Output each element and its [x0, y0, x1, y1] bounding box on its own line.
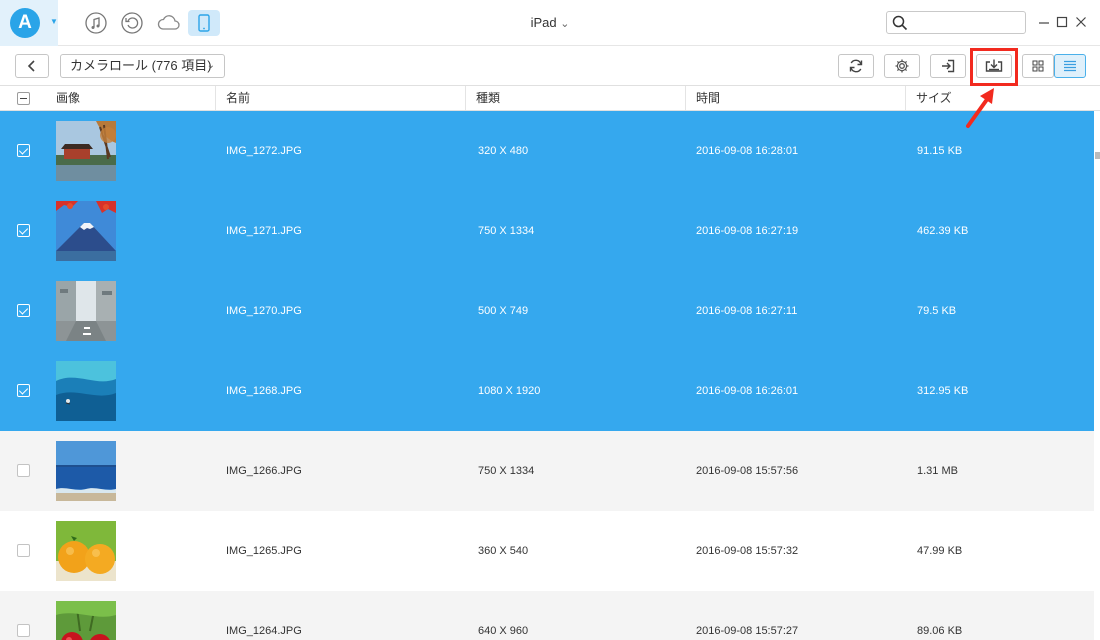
row-checkbox[interactable] [17, 304, 30, 317]
import-button[interactable] [930, 54, 966, 78]
file-time: 2016-09-08 16:27:11 [696, 305, 798, 317]
refresh-button[interactable] [838, 54, 874, 78]
music-icon[interactable] [84, 11, 108, 35]
photo-thumbnail [56, 441, 116, 501]
table-row[interactable]: IMG_1270.JPG 500 X 749 2016-09-08 16:27:… [0, 271, 1094, 351]
column-header-name[interactable]: 名前 [216, 86, 466, 110]
photo-thumbnail [56, 281, 116, 341]
chevron-down-icon: ⌄ [560, 18, 570, 30]
column-header-type[interactable]: 種類 [466, 86, 686, 110]
refresh-icon [849, 59, 863, 73]
file-dimensions: 640 X 960 [478, 625, 529, 637]
file-dimensions: 750 X 1334 [478, 225, 535, 237]
photo-thumbnail [56, 601, 116, 640]
photo-thumbnail [56, 201, 116, 261]
cloud-icon[interactable] [156, 11, 182, 35]
maximize-button[interactable] [1054, 14, 1070, 30]
list-icon [1064, 60, 1076, 72]
table-row[interactable]: IMG_1266.JPG 750 X 1334 2016-09-08 15:57… [0, 431, 1094, 511]
file-size: 89.06 KB [917, 625, 963, 637]
row-checkbox[interactable] [17, 224, 30, 237]
highlight-frame [970, 48, 1018, 86]
table-header: 画像 名前 種類 時間 サイズ [0, 86, 1100, 111]
back-button[interactable] [15, 54, 49, 78]
photo-list: IMG_1272.JPG 320 X 480 2016-09-08 16:28:… [0, 111, 1094, 640]
table-row[interactable]: IMG_1264.JPG 640 X 960 2016-09-08 15:57:… [0, 591, 1094, 640]
row-checkbox[interactable] [17, 384, 30, 397]
file-time: 2016-09-08 16:28:01 [696, 145, 799, 157]
photo-thumbnail [56, 121, 116, 181]
file-dimensions: 500 X 749 [478, 305, 529, 317]
file-size: 462.39 KB [917, 225, 969, 237]
app-logo: A [10, 8, 40, 38]
device-name: iPad [530, 15, 557, 30]
grid-view-button[interactable] [1022, 54, 1054, 78]
settings-button[interactable] [884, 54, 920, 78]
chevron-down-icon: ⌄ [206, 60, 215, 71]
photo-thumbnail [56, 361, 116, 421]
close-button[interactable] [1073, 14, 1089, 30]
row-checkbox[interactable] [17, 624, 30, 637]
table-row[interactable]: IMG_1268.JPG 1080 X 1920 2016-09-08 16:2… [0, 351, 1094, 431]
file-size: 79.5 KB [917, 305, 957, 317]
chevron-down-icon: ▼ [50, 17, 58, 26]
file-name: IMG_1265.JPG [226, 545, 302, 557]
album-label: カメラロール (776 項目) [70, 58, 212, 73]
file-name: IMG_1266.JPG [226, 465, 302, 477]
import-icon [942, 59, 955, 73]
file-time: 2016-09-08 16:26:01 [696, 385, 799, 397]
column-header-image[interactable]: 画像 [46, 86, 216, 110]
file-dimensions: 360 X 540 [478, 545, 529, 557]
file-dimensions: 320 X 480 [478, 145, 529, 157]
column-header-time[interactable]: 時間 [686, 86, 906, 110]
file-name: IMG_1272.JPG [226, 145, 302, 157]
column-header-size[interactable]: サイズ [906, 86, 1100, 110]
row-checkbox[interactable] [17, 464, 30, 477]
file-time: 2016-09-08 15:57:27 [696, 625, 799, 637]
file-name: IMG_1270.JPG [226, 305, 302, 317]
title-bar: A ▼ iPad ⌄ [0, 0, 1100, 46]
minimize-button[interactable] [1036, 14, 1052, 30]
search-field[interactable] [886, 11, 1026, 34]
file-time: 2016-09-08 16:27:19 [696, 225, 799, 237]
app-logo-button[interactable]: A ▼ [0, 0, 58, 46]
file-name: IMG_1268.JPG [226, 385, 302, 397]
file-time: 2016-09-08 15:57:32 [696, 545, 799, 557]
table-row[interactable]: IMG_1271.JPG 750 X 1334 2016-09-08 16:27… [0, 191, 1094, 271]
file-size: 47.99 KB [917, 545, 963, 557]
file-dimensions: 1080 X 1920 [478, 385, 541, 397]
row-checkbox[interactable] [17, 144, 30, 157]
table-row[interactable]: IMG_1272.JPG 320 X 480 2016-09-08 16:28:… [0, 111, 1094, 191]
search-icon [892, 15, 908, 31]
file-dimensions: 750 X 1334 [478, 465, 535, 477]
gear-icon [895, 59, 909, 73]
restore-icon[interactable] [120, 11, 144, 35]
file-size: 312.95 KB [917, 385, 969, 397]
scrollbar-thumb[interactable] [1095, 152, 1100, 159]
chevron-left-icon [27, 60, 35, 72]
row-checkbox[interactable] [17, 544, 30, 557]
file-time: 2016-09-08 15:57:56 [696, 465, 799, 477]
album-dropdown[interactable]: カメラロール (776 項目) ⌄ [60, 54, 225, 78]
file-name: IMG_1264.JPG [226, 625, 302, 637]
table-row[interactable]: IMG_1265.JPG 360 X 540 2016-09-08 15:57:… [0, 511, 1094, 591]
ipad-device-icon[interactable] [188, 10, 220, 36]
file-name: IMG_1271.JPG [226, 225, 302, 237]
scrollbar-track[interactable] [1094, 111, 1100, 640]
toolbar: カメラロール (776 項目) ⌄ [0, 46, 1100, 86]
list-view-button[interactable] [1054, 54, 1086, 78]
grid-icon [1032, 60, 1044, 72]
file-size: 91.15 KB [917, 145, 963, 157]
file-size: 1.31 MB [917, 465, 958, 477]
photo-thumbnail [56, 521, 116, 581]
search-input[interactable] [913, 14, 1021, 31]
select-all-checkbox[interactable] [17, 92, 30, 105]
